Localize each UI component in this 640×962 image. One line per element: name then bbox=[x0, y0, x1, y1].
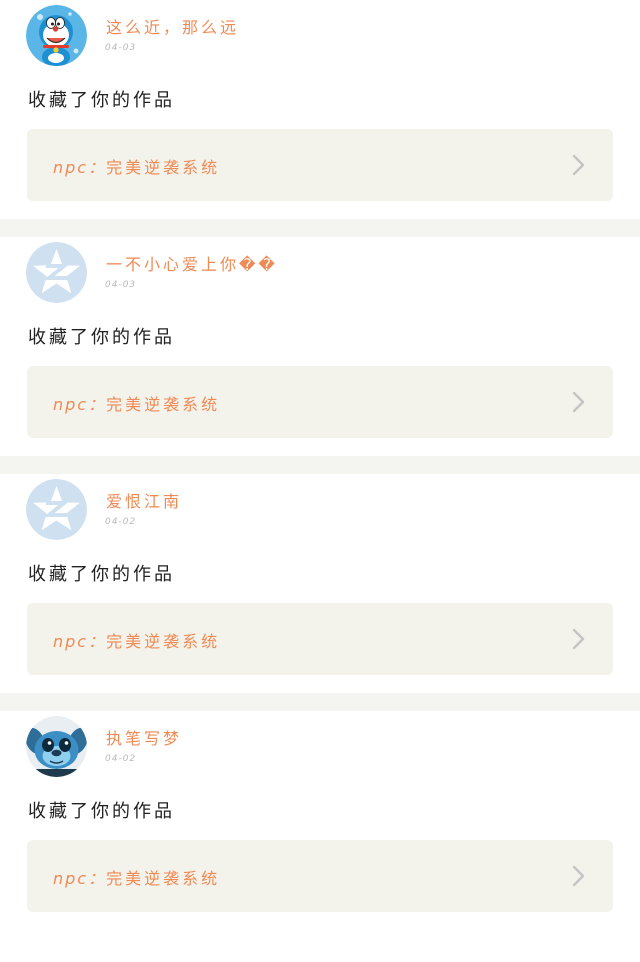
work-title: 完美逆袭系统 bbox=[106, 395, 221, 414]
work-link-card[interactable]: npc：完美逆袭系统 bbox=[27, 366, 613, 438]
action-text: 收藏了你的作品 bbox=[28, 90, 175, 111]
notification-item: 执笔写梦 04-02 收藏了你的作品 npc：完美逆袭系统 bbox=[0, 711, 640, 930]
chevron-right-icon bbox=[569, 390, 589, 414]
work-title: 完美逆袭系统 bbox=[106, 158, 221, 177]
work-label: npc：完美逆袭系统 bbox=[53, 865, 220, 889]
work-link-card[interactable]: npc：完美逆袭系统 bbox=[27, 129, 613, 201]
work-title: 完美逆袭系统 bbox=[106, 869, 221, 888]
timestamp: 04-03 bbox=[105, 280, 137, 290]
notification-feed: 这么近，那么远 04-03 收藏了你的作品 npc：完美逆袭系统 一不小心爱上你… bbox=[0, 0, 640, 930]
work-title: 完美逆袭系统 bbox=[106, 632, 221, 651]
chevron-right-icon bbox=[569, 153, 589, 177]
timestamp: 04-02 bbox=[105, 754, 137, 764]
username[interactable]: 一不小心爱上你�� bbox=[106, 251, 278, 275]
work-prefix: npc： bbox=[53, 158, 107, 177]
chevron-right-icon bbox=[569, 864, 589, 888]
work-link-card[interactable]: npc：完美逆袭系统 bbox=[27, 840, 613, 912]
doraemon-avatar-icon[interactable] bbox=[26, 5, 87, 66]
work-label: npc：完美逆袭系统 bbox=[53, 154, 220, 178]
section-divider bbox=[0, 693, 640, 711]
work-prefix: npc： bbox=[53, 395, 107, 414]
username[interactable]: 这么近，那么远 bbox=[106, 14, 239, 38]
work-label: npc：完美逆袭系统 bbox=[53, 628, 220, 652]
notification-item: 这么近，那么远 04-03 收藏了你的作品 npc：完美逆袭系统 bbox=[0, 0, 640, 219]
work-label: npc：完美逆袭系统 bbox=[53, 391, 220, 415]
chevron-right-icon bbox=[569, 627, 589, 651]
username[interactable]: 爱恨江南 bbox=[106, 488, 182, 512]
stitch-avatar-icon[interactable] bbox=[26, 716, 87, 777]
username[interactable]: 执笔写梦 bbox=[106, 725, 182, 749]
section-divider bbox=[0, 219, 640, 237]
qzone-default-avatar-icon[interactable] bbox=[26, 242, 87, 303]
work-prefix: npc： bbox=[53, 869, 107, 888]
action-text: 收藏了你的作品 bbox=[28, 327, 175, 348]
action-text: 收藏了你的作品 bbox=[28, 564, 175, 585]
action-text: 收藏了你的作品 bbox=[28, 801, 175, 822]
qzone-default-avatar-icon[interactable] bbox=[26, 479, 87, 540]
work-link-card[interactable]: npc：完美逆袭系统 bbox=[27, 603, 613, 675]
notification-item: 爱恨江南 04-02 收藏了你的作品 npc：完美逆袭系统 bbox=[0, 474, 640, 693]
notification-item: 一不小心爱上你�� 04-03 收藏了你的作品 npc：完美逆袭系统 bbox=[0, 237, 640, 456]
timestamp: 04-03 bbox=[105, 43, 137, 53]
timestamp: 04-02 bbox=[105, 517, 137, 527]
section-divider bbox=[0, 456, 640, 474]
work-prefix: npc： bbox=[53, 632, 107, 651]
